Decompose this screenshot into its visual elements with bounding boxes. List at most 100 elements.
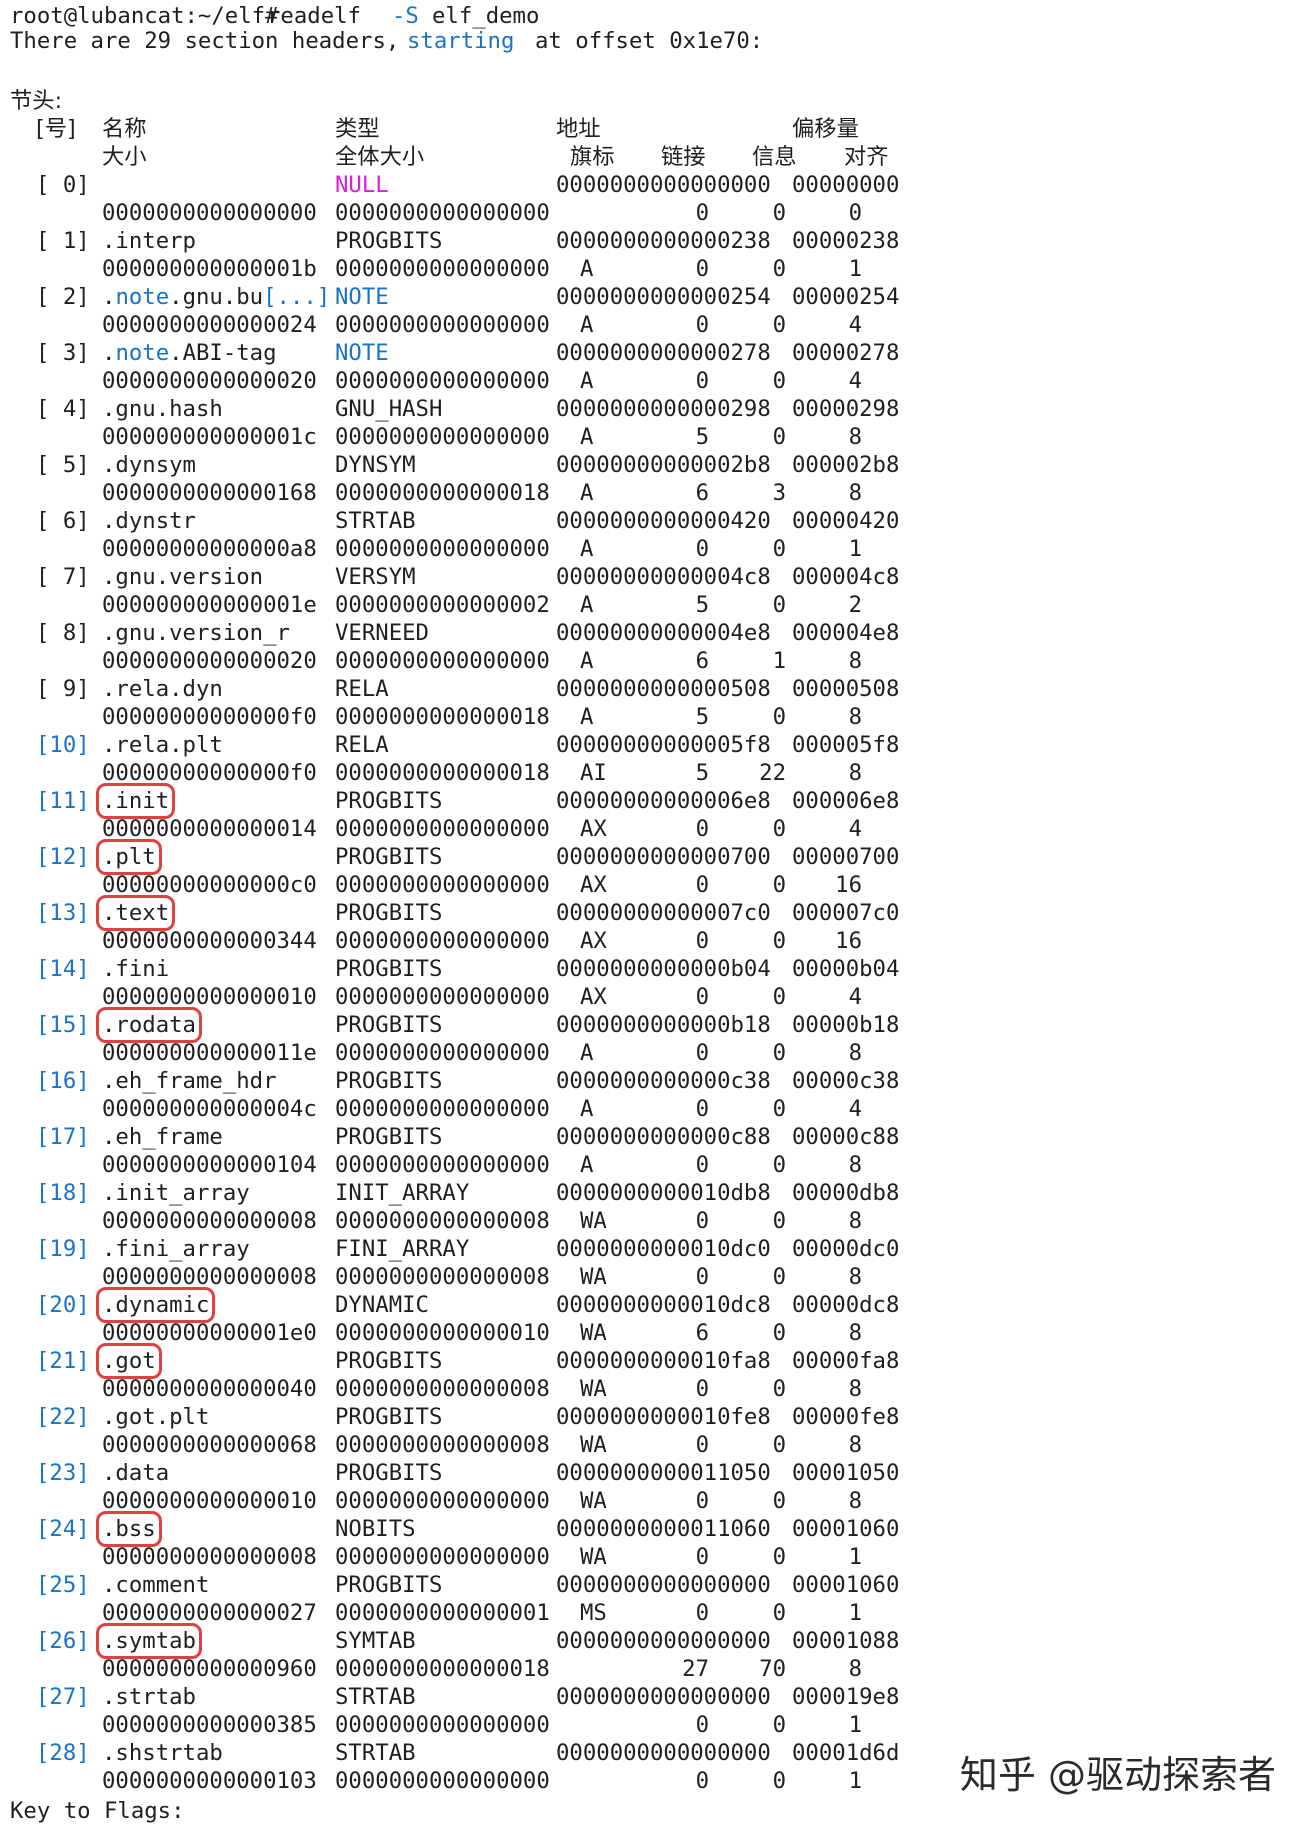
section-number: [ 7] (36, 564, 90, 590)
section-entsize: 0000000000000018 (335, 760, 550, 786)
section-info: 0 (772, 536, 786, 562)
watermark: 知乎 @驱动探索者 (959, 1753, 1276, 1797)
section-number: [ 4] (36, 396, 90, 422)
section-entsize: 0000000000000008 (335, 1376, 550, 1402)
section-name: .gnu.version (102, 564, 264, 590)
section-offset: 00000700 (792, 844, 900, 870)
section-entsize: 0000000000000008 (335, 1208, 550, 1234)
section-type: PROGBITS (335, 1572, 443, 1598)
section-info: 0 (772, 1152, 786, 1178)
section-offset: 00000238 (792, 228, 900, 254)
section-flags: WA (580, 1320, 607, 1346)
section-info: 0 (772, 368, 786, 394)
section-align: 0 (848, 200, 862, 226)
section-info: 0 (772, 1208, 786, 1234)
section-number: [18] (36, 1180, 90, 1206)
header-line-2: 大小 全体大小 旗标 链接 信息 对齐 (10, 143, 889, 171)
section-size: 000000000000011e (102, 1040, 317, 1066)
section-link: 0 (695, 536, 709, 562)
section-address: 0000000000000000 (556, 1684, 771, 1710)
header-align: 对齐 (844, 144, 889, 170)
section-title: 节头: (10, 88, 63, 114)
section-info: 0 (772, 1544, 786, 1570)
section-flags: WA (580, 1488, 607, 1514)
section-align: 1 (848, 1712, 862, 1738)
summary-line: There are 29 section headers, starting at … (10, 27, 763, 55)
section-size: 0000000000000008 (102, 1208, 317, 1234)
section-link: 0 (695, 1152, 709, 1178)
section-entsize: 0000000000000001 (335, 1600, 550, 1626)
section-size: 0000000000000010 (102, 984, 317, 1010)
section-align: 4 (848, 1096, 862, 1122)
section-name: .gnu.hash (102, 396, 223, 422)
section-align: 8 (848, 480, 862, 506)
section-flags: MS (580, 1600, 607, 1626)
summary-pre: There are 29 section headers, (10, 28, 400, 54)
section-link: 0 (695, 1488, 709, 1514)
section-number: [13] (36, 900, 90, 926)
section-link: 5 (695, 704, 709, 730)
section-link: 6 (695, 1320, 709, 1346)
section-flags: A (580, 368, 594, 394)
section-align: 8 (848, 704, 862, 730)
header-link: 链接 (661, 144, 706, 170)
section-offset: 00000db8 (792, 1180, 900, 1206)
section-align: 1 (848, 536, 862, 562)
shell-prompt: root@lubancat:~/elf# (10, 3, 279, 29)
section-size: 00000000000000f0 (102, 704, 317, 730)
section-type: NOTE (335, 340, 389, 366)
header-name: 名称 (102, 116, 147, 142)
terminal-window[interactable]: root@lubancat:~/elf# readelf -S elf_demo Th… (0, 0, 1310, 1829)
section-align: 8 (848, 1320, 862, 1346)
section-link: 0 (695, 1712, 709, 1738)
section-offset: 00000278 (792, 340, 900, 366)
section-offset: 00000000 (792, 172, 900, 198)
section-offset: 00000dc8 (792, 1292, 900, 1318)
section-name: .note.ABI-tag (102, 340, 277, 366)
section-info: 0 (772, 984, 786, 1010)
section-address: 0000000000000b04 (556, 956, 771, 982)
section-offset: 00000c38 (792, 1068, 900, 1094)
section-link: 0 (695, 1544, 709, 1570)
section-size: 000000000000001b (102, 256, 317, 282)
section-entsize: 0000000000000018 (335, 480, 550, 506)
section-number: [ 1] (36, 228, 90, 254)
section-number: [ 5] (36, 452, 90, 478)
section-align: 16 (835, 928, 862, 954)
section-offset: 00000dc0 (792, 1236, 900, 1262)
section-name: .init (95, 783, 176, 819)
section-type: PROGBITS (335, 1068, 443, 1094)
section-align: 4 (848, 816, 862, 842)
section-number: [ 6] (36, 508, 90, 534)
flags-key-line: Key to Flags: (10, 1798, 185, 1824)
section-type: SYMTAB (335, 1628, 416, 1654)
section-link: 0 (695, 1264, 709, 1290)
section-number: [21] (36, 1348, 90, 1374)
section-flags: A (580, 704, 594, 730)
section-flags: WA (580, 1432, 607, 1458)
section-align: 1 (848, 1544, 862, 1570)
section-flags: A (580, 648, 594, 674)
section-size: 0000000000000010 (102, 1488, 317, 1514)
header-address: 地址 (556, 116, 601, 142)
section-link: 0 (695, 1600, 709, 1626)
section-info: 0 (772, 816, 786, 842)
section-name: .init_array (102, 1180, 250, 1206)
section-info: 3 (772, 480, 786, 506)
section-number: [ 8] (36, 620, 90, 646)
section-align: 2 (848, 592, 862, 618)
section-address: 0000000000010dc8 (556, 1292, 771, 1318)
summary-post: at offset 0x1e70: (535, 28, 764, 54)
section-address: 0000000000000700 (556, 844, 771, 870)
section-size: 0000000000000008 (102, 1264, 317, 1290)
section-align: 4 (848, 368, 862, 394)
section-name: .note.gnu.bu[...] (102, 284, 331, 310)
section-type: VERNEED (335, 620, 429, 646)
section-entsize: 0000000000000008 (335, 1432, 550, 1458)
section-entsize: 0000000000000000 (335, 312, 550, 338)
section-name: .bss (96, 1511, 162, 1547)
section-size: 0000000000000385 (102, 1712, 317, 1738)
section-type: FINI_ARRAY (335, 1236, 470, 1262)
section-offset: 00000c88 (792, 1124, 900, 1150)
section-type: NOTE (335, 284, 389, 310)
